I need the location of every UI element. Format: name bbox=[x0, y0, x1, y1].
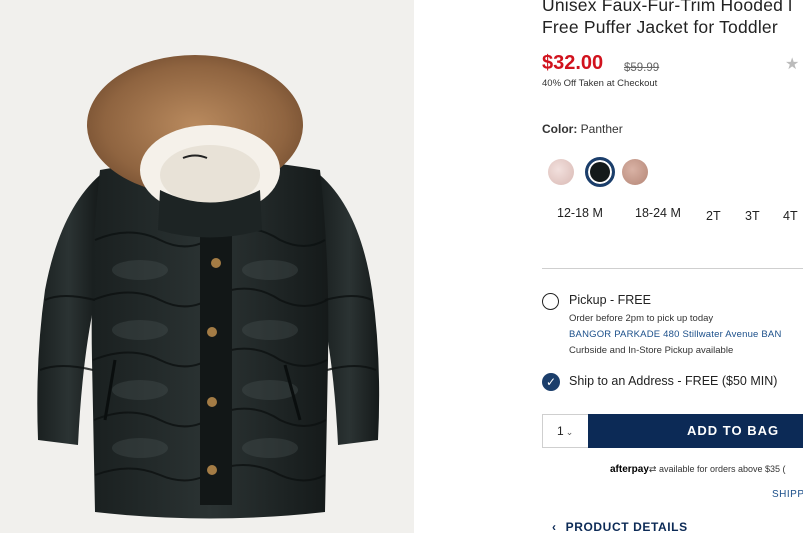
discount-note: 40% Off Taken at Checkout bbox=[542, 78, 658, 89]
size-option[interactable]: 4T bbox=[783, 209, 798, 223]
afterpay-icon: ⇄ bbox=[648, 464, 657, 474]
ship-check-icon[interactable]: ✓ bbox=[542, 373, 560, 391]
size-option[interactable]: 3T bbox=[745, 209, 760, 223]
pickup-radio[interactable] bbox=[542, 293, 559, 310]
color-swatch-rose[interactable] bbox=[622, 159, 648, 185]
product-details-toggle[interactable]: ‹ PRODUCT DETAILS bbox=[552, 520, 688, 533]
color-label-title: Color: bbox=[542, 122, 578, 136]
add-to-bag-button[interactable]: ADD TO BAG bbox=[588, 414, 803, 448]
color-swatch-panther[interactable] bbox=[585, 157, 615, 187]
sale-price: $32.00 bbox=[542, 52, 604, 74]
store-link[interactable]: BANGOR PARKADE 480 Stillwater Avenue BAN bbox=[569, 329, 782, 340]
color-value: Panther bbox=[580, 122, 623, 136]
size-option[interactable]: 2T bbox=[706, 209, 721, 223]
color-swatch-pink[interactable] bbox=[548, 159, 574, 185]
puffer-jacket-image bbox=[37, 55, 380, 519]
product-title: Unisex Faux-Fur-Trim Hooded l Free Puffe… bbox=[542, 0, 803, 38]
chevron-down-icon: ⌄ bbox=[565, 427, 574, 437]
product-image[interactable] bbox=[0, 0, 414, 533]
size-option[interactable]: 12-18 M bbox=[557, 206, 603, 220]
afterpay-note: afterpay⇄ available for orders above $35… bbox=[610, 464, 786, 475]
quantity-value: 1 bbox=[557, 424, 564, 438]
product-title-line2: Free Puffer Jacket for Toddler bbox=[542, 17, 778, 37]
ship-label[interactable]: Ship to an Address - FREE ($50 MIN) bbox=[569, 374, 777, 388]
product-info-panel: Unisex Faux-Fur-Trim Hooded l Free Puffe… bbox=[414, 0, 803, 533]
product-title-line1: Unisex Faux-Fur-Trim Hooded l bbox=[542, 0, 793, 15]
curbside-note: Curbside and In-Store Pickup available bbox=[569, 345, 734, 356]
afterpay-logo: afterpay bbox=[610, 464, 649, 475]
chevron-left-icon: ‹ bbox=[552, 520, 557, 533]
color-label: Color: Panther bbox=[542, 122, 623, 136]
divider bbox=[542, 268, 803, 269]
afterpay-text: available for orders above $35 ( bbox=[658, 464, 786, 474]
original-price: $59.99 bbox=[624, 62, 660, 74]
star-icon[interactable]: ★ bbox=[785, 54, 799, 74]
product-details-label: PRODUCT DETAILS bbox=[565, 520, 688, 533]
quantity-select[interactable]: 1 ⌄ bbox=[542, 414, 588, 448]
shipping-link[interactable]: SHIPP bbox=[772, 489, 803, 500]
pickup-label[interactable]: Pickup - FREE bbox=[569, 293, 651, 307]
pickup-note: Order before 2pm to pick up today bbox=[569, 313, 714, 324]
size-option[interactable]: 18-24 M bbox=[635, 206, 681, 220]
